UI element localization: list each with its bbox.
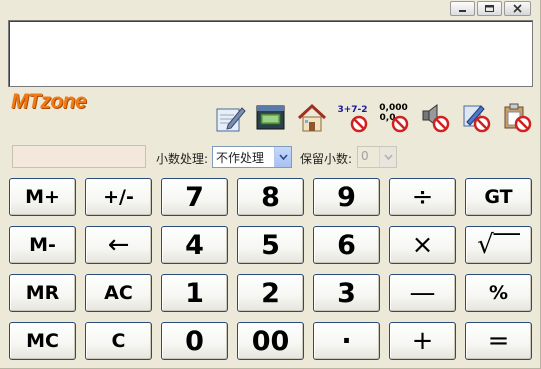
rounding-value: 不作处理 [216,151,265,165]
separator-label-top: 0,000 [379,103,408,113]
notepad-tool[interactable] [213,101,246,134]
key-00[interactable]: 00 [237,322,304,360]
key-gt[interactable]: GT [465,178,532,216]
key-m-plus[interactable]: M+ [9,178,76,216]
rounding-select[interactable]: 不作处理 [212,146,292,168]
chevron-down-icon [278,154,288,160]
toolbar: 3+7-2 0,000 0,0 [213,98,533,134]
key-5[interactable]: 5 [237,226,304,264]
mtzone-logo: MTzone [11,90,87,113]
key-multiply[interactable]: × [389,226,456,264]
restore-icon [485,5,494,12]
restore-button[interactable] [477,1,502,16]
minimize-icon [458,9,466,12]
calculator-window: MTzone 3+7-2 0,000 0,0 小数处理: 不作处理 保留小数: … [0,0,541,369]
decimals-label: 保留小数: [300,152,353,166]
key-sign[interactable]: +/- [85,178,152,216]
key-divide[interactable]: ÷ [389,178,456,216]
money-window-icon [256,105,284,129]
rounding-label: 小数处理: [156,152,209,166]
key-ac[interactable]: AC [85,274,152,312]
clipboard-paste-off-icon [514,115,532,133]
key-0[interactable]: 0 [161,322,228,360]
cash-tool[interactable] [254,101,287,134]
thousand-separator-toggle[interactable]: 0,000 0,0 [377,101,410,134]
key-backspace[interactable]: ← [85,226,152,264]
result-display [8,20,533,87]
key-6[interactable]: 6 [313,226,380,264]
key-percent[interactable]: % [465,274,532,312]
sound-toggle[interactable] [418,101,451,134]
minimize-button[interactable] [450,1,475,16]
key-3[interactable]: 3 [313,274,380,312]
home-icon [297,103,326,131]
key-9[interactable]: 9 [313,178,380,216]
key-1[interactable]: 1 [161,274,228,312]
key-decimal[interactable]: · [313,322,380,360]
key-8[interactable]: 8 [237,178,304,216]
decimals-value: 0 [361,149,369,163]
chevron-down-icon [383,154,393,160]
notepad-pen-icon [216,106,246,131]
clipboard-edit-off-icon [473,115,491,133]
memory-field [12,145,146,168]
key-equals[interactable]: = [465,322,532,360]
edit-tool[interactable] [459,101,492,134]
key-4[interactable]: 4 [161,226,228,264]
decimals-select[interactable]: 0 [357,146,397,168]
home-tool[interactable] [295,101,328,134]
key-sqrt[interactable]: √‾‾ [465,226,532,264]
expression-off-icon [350,115,368,133]
key-m-minus[interactable]: M- [9,226,76,264]
key-c[interactable]: C [85,322,152,360]
key-2[interactable]: 2 [237,274,304,312]
key-7[interactable]: 7 [161,178,228,216]
key-mr[interactable]: MR [9,274,76,312]
key-minus[interactable]: — [389,274,456,312]
decimals-dropdown-arrow[interactable] [379,147,396,167]
speaker-off-icon [432,115,450,133]
key-mc[interactable]: MC [9,322,76,360]
close-button[interactable] [504,1,531,16]
caption-buttons [450,1,531,16]
paste-tool[interactable] [500,101,533,134]
close-icon [512,4,522,13]
rounding-dropdown-arrow[interactable] [274,147,291,167]
expression-label: 3+7-2 [337,105,368,115]
separator-off-icon [391,115,409,133]
expression-toggle[interactable]: 3+7-2 [336,101,369,134]
key-plus[interactable]: + [389,322,456,360]
